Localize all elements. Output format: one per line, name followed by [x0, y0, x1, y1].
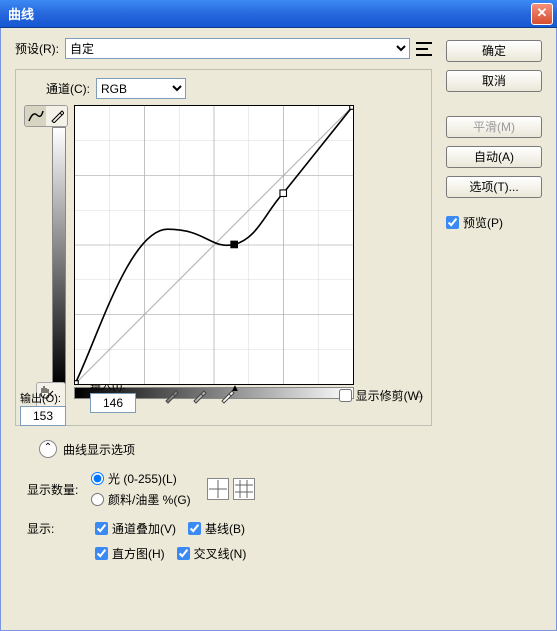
draw-mode-toggle — [24, 105, 68, 127]
check-baseline[interactable]: 基线(B) — [188, 520, 245, 537]
curve-groupbox: 通道(C): RGB — [15, 69, 432, 426]
output-input[interactable] — [20, 406, 66, 426]
radio-pigment[interactable]: 颜料/油墨 %(G) — [91, 491, 191, 508]
left-column: 预设(R): 自定 通道(C): RGB — [15, 38, 432, 620]
grid-size-icons — [207, 478, 255, 500]
black-point-slider[interactable]: ▲ — [230, 383, 240, 394]
close-button[interactable]: ✕ — [531, 3, 553, 25]
preset-row: 预设(R): 自定 — [15, 38, 432, 59]
preset-select[interactable]: 自定 — [65, 38, 410, 59]
curve-options-row: ⌃ 曲线显示选项 — [15, 440, 432, 458]
curve-point[interactable] — [350, 105, 354, 109]
show-clipping-checkbox[interactable] — [339, 389, 352, 402]
right-column: 确定 取消 平滑(M) 自动(A) 选项(T)... 预览(P) — [446, 38, 542, 620]
channel-row: 通道(C): RGB — [24, 78, 423, 99]
radio-light[interactable]: 光 (0-255)(L) — [91, 470, 191, 487]
preset-menu-icon[interactable] — [416, 42, 432, 56]
curve-point-selected[interactable] — [231, 241, 238, 248]
curve-point[interactable] — [280, 190, 287, 197]
pencil-mode-icon[interactable] — [46, 106, 67, 126]
grid-coarse-icon[interactable] — [207, 478, 229, 500]
curve-point[interactable] — [74, 381, 78, 385]
check-channel-overlay[interactable]: 通道叠加(V) — [95, 520, 176, 537]
ok-button[interactable]: 确定 — [446, 40, 542, 62]
cancel-button[interactable]: 取消 — [446, 70, 542, 92]
options-button[interactable]: 选项(T)... — [446, 176, 542, 198]
collapse-toggle-icon[interactable]: ⌃ — [39, 440, 57, 458]
graph-main — [74, 105, 354, 385]
eyedropper-gray-icon[interactable] — [188, 384, 210, 406]
window-title: 曲线 — [8, 4, 531, 23]
show-options-grid: 显示: 通道叠加(V) 基线(B) 直方图(H) 交叉线(N) — [15, 520, 432, 562]
titlebar: 曲线 ✕ — [0, 0, 557, 28]
preview-checkbox[interactable] — [446, 216, 459, 229]
check-histogram[interactable]: 直方图(H) — [95, 545, 165, 562]
auto-button[interactable]: 自动(A) — [446, 146, 542, 168]
curve-canvas[interactable] — [74, 105, 354, 385]
input-input[interactable] — [90, 393, 136, 413]
eyedropper-black-icon[interactable] — [160, 384, 182, 406]
graph-left-tools — [24, 105, 70, 385]
client-area: 预设(R): 自定 通道(C): RGB — [0, 28, 557, 631]
curve-point-mode-icon[interactable] — [25, 106, 46, 126]
output-gradient — [52, 127, 66, 385]
graph-block — [24, 105, 423, 385]
output-label: 输出(O): — [20, 390, 66, 406]
show-clipping-check[interactable]: 显示修剪(W) — [339, 387, 423, 404]
preset-label: 预设(R): — [15, 40, 59, 57]
channel-select[interactable]: RGB — [96, 78, 186, 99]
preview-row: 预览(P) — [446, 214, 542, 231]
check-intersection[interactable]: 交叉线(N) — [177, 545, 247, 562]
preview-label: 预览(P) — [463, 214, 503, 231]
grid-fine-icon[interactable] — [233, 478, 255, 500]
eyedropper-group — [160, 384, 238, 406]
show-label: 显示: — [27, 520, 83, 537]
smooth-button: 平滑(M) — [446, 116, 542, 138]
display-amount-label: 显示数量: — [27, 481, 83, 498]
curve-options-label: 曲线显示选项 — [63, 441, 135, 458]
display-amount-row: 显示数量: 光 (0-255)(L) 颜料/油墨 %(G) — [15, 470, 432, 508]
channel-label: 通道(C): — [46, 80, 90, 97]
